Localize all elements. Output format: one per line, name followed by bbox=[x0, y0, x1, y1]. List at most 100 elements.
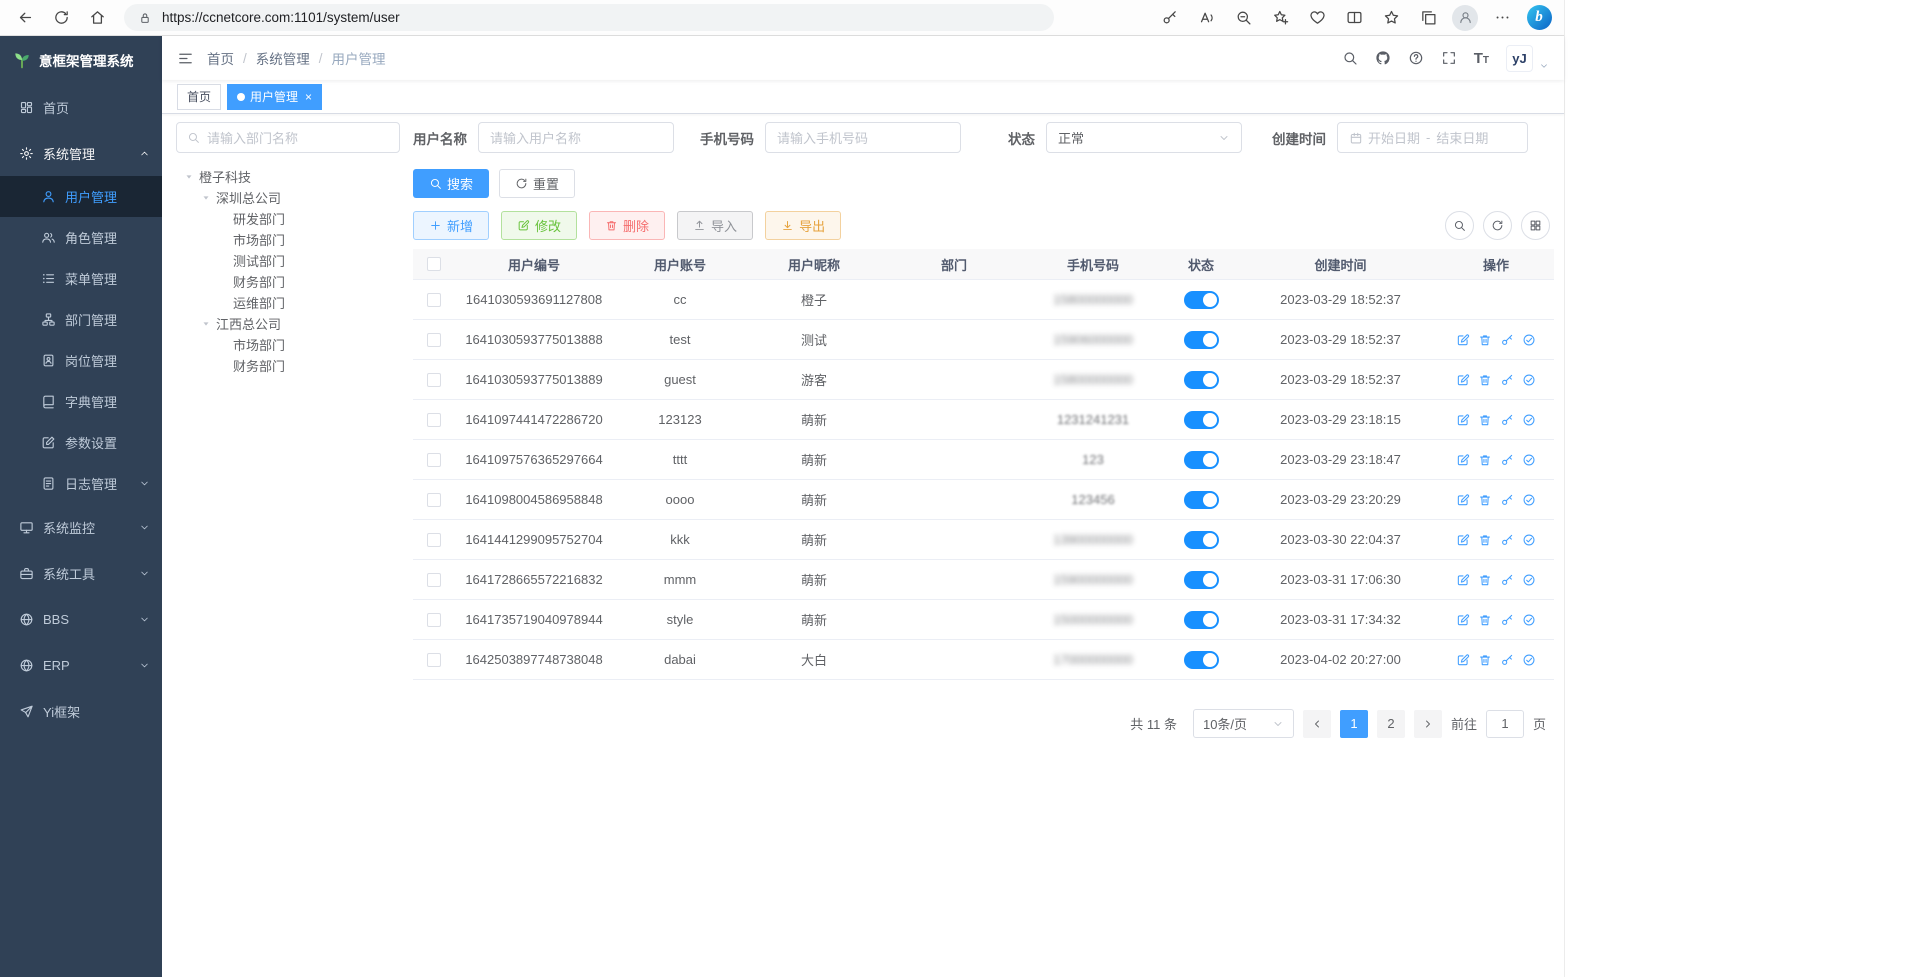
status-toggle[interactable] bbox=[1184, 531, 1219, 549]
fullscreen-icon[interactable] bbox=[1441, 50, 1457, 66]
column-header[interactable]: 部门 bbox=[881, 249, 1027, 280]
sidebar-subitem[interactable]: 用户管理 bbox=[0, 176, 162, 217]
copilot-icon[interactable]: b bbox=[1522, 3, 1556, 33]
more-icon[interactable] bbox=[1485, 3, 1519, 33]
tree-node[interactable]: 市场部门 bbox=[176, 229, 400, 250]
row-assign-role-button[interactable] bbox=[1522, 333, 1536, 347]
sidebar-item[interactable]: BBS bbox=[0, 596, 162, 642]
column-header[interactable]: 手机号码 bbox=[1027, 249, 1159, 280]
status-toggle[interactable] bbox=[1184, 371, 1219, 389]
row-assign-role-button[interactable] bbox=[1522, 533, 1536, 547]
row-reset-password-button[interactable] bbox=[1500, 493, 1514, 507]
row-delete-button[interactable] bbox=[1478, 533, 1492, 547]
column-header[interactable]: 状态 bbox=[1159, 249, 1243, 280]
row-edit-button[interactable] bbox=[1456, 373, 1470, 387]
toggle-columns-button[interactable] bbox=[1521, 211, 1550, 240]
column-header[interactable]: 用户编号 bbox=[455, 249, 613, 280]
row-reset-password-button[interactable] bbox=[1500, 573, 1514, 587]
tree-node[interactable]: 财务部门 bbox=[176, 271, 400, 292]
delete-button[interactable]: 删除 bbox=[589, 211, 665, 240]
date-range-picker[interactable]: 开始日期 - 结束日期 bbox=[1337, 122, 1528, 153]
url-text[interactable]: https://ccnetcore.com:1101/system/user bbox=[162, 10, 400, 25]
sidebar-subitem[interactable]: 角色管理 bbox=[0, 217, 162, 258]
page-size-select[interactable]: 10条/页 bbox=[1193, 709, 1294, 738]
username-input[interactable]: 请输入用户名称 bbox=[478, 122, 674, 153]
export-button[interactable]: 导出 bbox=[765, 211, 841, 240]
tree-node[interactable]: 研发部门 bbox=[176, 208, 400, 229]
tab-close-icon[interactable]: × bbox=[305, 91, 312, 103]
sidebar-item[interactable]: 系统工具 bbox=[0, 550, 162, 596]
heart-icon[interactable] bbox=[1300, 3, 1334, 33]
status-toggle[interactable] bbox=[1184, 331, 1219, 349]
prev-page-button[interactable] bbox=[1303, 710, 1331, 738]
row-assign-role-button[interactable] bbox=[1522, 653, 1536, 667]
next-page-button[interactable] bbox=[1414, 710, 1442, 738]
tree-node[interactable]: 深圳总公司 bbox=[176, 187, 400, 208]
status-toggle[interactable] bbox=[1184, 451, 1219, 469]
edit-button[interactable]: 修改 bbox=[501, 211, 577, 240]
sidebar-subitem[interactable]: 部门管理 bbox=[0, 299, 162, 340]
user-avatar[interactable]: yJ bbox=[1506, 45, 1533, 72]
sidebar-subitem[interactable]: 日志管理 bbox=[0, 463, 162, 504]
sidebar-item[interactable]: 系统监控 bbox=[0, 504, 162, 550]
read-aloud-icon[interactable] bbox=[1189, 3, 1223, 33]
search-button[interactable]: 搜索 bbox=[413, 169, 489, 198]
avatar-caret-icon[interactable] bbox=[1539, 61, 1549, 71]
sidebar-subitem[interactable]: 参数设置 bbox=[0, 422, 162, 463]
row-edit-button[interactable] bbox=[1456, 333, 1470, 347]
collapse-menu-icon[interactable] bbox=[177, 50, 194, 67]
collections-icon[interactable] bbox=[1411, 3, 1445, 33]
row-reset-password-button[interactable] bbox=[1500, 613, 1514, 627]
row-checkbox[interactable] bbox=[427, 653, 441, 667]
breadcrumb-home[interactable]: 首页 bbox=[207, 48, 234, 68]
font-size-icon[interactable]: TT bbox=[1474, 50, 1489, 67]
row-delete-button[interactable] bbox=[1478, 333, 1492, 347]
import-button[interactable]: 导入 bbox=[677, 211, 753, 240]
row-delete-button[interactable] bbox=[1478, 613, 1492, 627]
reload-icon[interactable] bbox=[44, 3, 78, 33]
profile-avatar[interactable] bbox=[1448, 3, 1482, 33]
split-screen-icon[interactable] bbox=[1337, 3, 1371, 33]
dept-search-input[interactable]: 请输入部门名称 bbox=[176, 122, 400, 153]
sidebar-item[interactable]: ERP bbox=[0, 642, 162, 688]
github-icon[interactable] bbox=[1375, 50, 1391, 66]
status-toggle[interactable] bbox=[1184, 491, 1219, 509]
page-number-button[interactable]: 2 bbox=[1377, 710, 1405, 738]
row-assign-role-button[interactable] bbox=[1522, 373, 1536, 387]
tree-expand-caret-icon[interactable] bbox=[199, 319, 213, 329]
search-icon[interactable] bbox=[1342, 50, 1358, 66]
row-edit-button[interactable] bbox=[1456, 493, 1470, 507]
key-icon[interactable] bbox=[1152, 3, 1186, 33]
address-bar[interactable]: https://ccnetcore.com:1101/system/user bbox=[124, 4, 1054, 31]
sidebar-item[interactable]: Yi框架 bbox=[0, 688, 162, 734]
phone-input[interactable]: 请输入手机号码 bbox=[765, 122, 961, 153]
sidebar-subitem[interactable]: 岗位管理 bbox=[0, 340, 162, 381]
sidebar-item[interactable]: 系统管理 bbox=[0, 130, 162, 176]
column-header[interactable]: 创建时间 bbox=[1243, 249, 1438, 280]
row-delete-button[interactable] bbox=[1478, 653, 1492, 667]
tree-node[interactable]: 江西总公司 bbox=[176, 313, 400, 334]
row-delete-button[interactable] bbox=[1478, 453, 1492, 467]
select-all-checkbox[interactable] bbox=[427, 257, 441, 271]
tree-expand-caret-icon[interactable] bbox=[199, 193, 213, 203]
tree-expand-caret-icon[interactable] bbox=[182, 172, 196, 182]
row-reset-password-button[interactable] bbox=[1500, 453, 1514, 467]
zoom-out-icon[interactable] bbox=[1226, 3, 1260, 33]
row-checkbox[interactable] bbox=[427, 573, 441, 587]
row-edit-button[interactable] bbox=[1456, 573, 1470, 587]
page-number-button[interactable]: 1 bbox=[1340, 710, 1368, 738]
hide-search-button[interactable] bbox=[1445, 211, 1474, 240]
row-reset-password-button[interactable] bbox=[1500, 413, 1514, 427]
row-reset-password-button[interactable] bbox=[1500, 373, 1514, 387]
row-delete-button[interactable] bbox=[1478, 493, 1492, 507]
row-checkbox[interactable] bbox=[427, 613, 441, 627]
star-icon[interactable] bbox=[1374, 3, 1408, 33]
tree-node[interactable]: 橙子科技 bbox=[176, 166, 400, 187]
add-button[interactable]: 新增 bbox=[413, 211, 489, 240]
sidebar-subitem[interactable]: 菜单管理 bbox=[0, 258, 162, 299]
column-header[interactable]: 用户账号 bbox=[613, 249, 747, 280]
home-icon[interactable] bbox=[80, 3, 114, 33]
row-delete-button[interactable] bbox=[1478, 373, 1492, 387]
row-assign-role-button[interactable] bbox=[1522, 573, 1536, 587]
refresh-table-button[interactable] bbox=[1483, 211, 1512, 240]
